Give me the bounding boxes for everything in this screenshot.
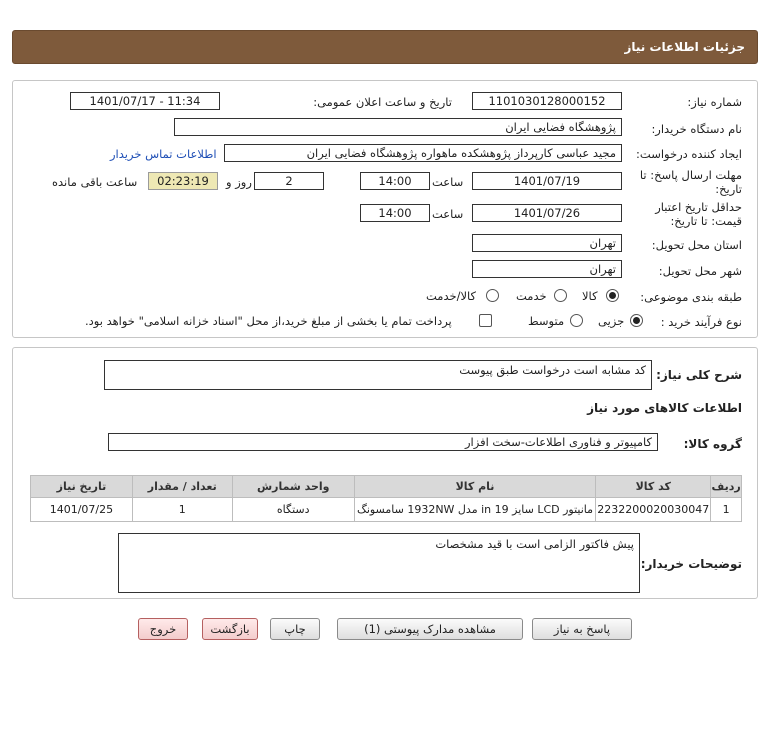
reply-button[interactable]: پاسخ به نیاز xyxy=(532,618,632,640)
reply-date-field: 1401/07/19 xyxy=(472,172,622,190)
cell-unit: دستگاه xyxy=(231,497,355,522)
goods-group-field: کامپیوتر و فناوری اطلاعات-سخت افزار xyxy=(108,433,658,451)
process-radio-medium[interactable] xyxy=(570,314,583,327)
days-field: 2 xyxy=(254,172,324,190)
back-button[interactable]: بازگشت xyxy=(202,618,258,640)
reply-time-field: 14:00 xyxy=(360,172,430,190)
announce-label: تاریخ و ساعت اعلان عمومی: xyxy=(313,95,452,109)
city-label: شهر محل تحویل: xyxy=(658,264,742,278)
buyer-org-field: پژوهشگاه فضایی ایران xyxy=(174,118,622,136)
page-header: جزئیات اطلاعات نیاز xyxy=(12,30,758,64)
summary-label: شرح کلی نیاز: xyxy=(656,368,742,382)
province-field: تهران xyxy=(472,234,622,252)
need-number-field: 1101030128000152 xyxy=(472,92,622,110)
cell-name: مانیتور LCD سایز in 19 مدل 1932NW سامسون… xyxy=(353,497,597,522)
payment-checkbox[interactable] xyxy=(479,314,492,327)
process-option-medium: متوسط xyxy=(528,314,565,328)
creator-field: مجید عباسی کارپرداز پژوهشکده ماهواره پژو… xyxy=(224,144,622,162)
col-qty: تعداد / مقدار xyxy=(131,475,233,498)
category-option-both: کالا/خدمت xyxy=(426,289,477,303)
category-option-goods: کالا xyxy=(582,289,598,303)
col-code: کد کالا xyxy=(595,475,712,498)
cell-code: 2232200020030047 xyxy=(595,497,712,522)
cell-qty: 1 xyxy=(131,497,233,522)
need-number-label: شماره نیاز: xyxy=(687,95,742,109)
page-title: جزئیات اطلاعات نیاز xyxy=(624,40,745,54)
remaining-time-field: 02:23:19 xyxy=(148,172,218,190)
buyer-notes-field: پیش فاکتور الزامی است با قید مشخصات xyxy=(118,533,640,593)
validity-time-label: ساعت xyxy=(432,207,464,221)
announce-field: 1401/07/17 - 11:34 xyxy=(70,92,220,110)
reply-deadline-label: مهلت ارسال پاسخ: تا xyxy=(639,168,742,182)
process-radio-minor[interactable] xyxy=(630,314,643,327)
category-radio-service[interactable] xyxy=(554,289,567,302)
print-button[interactable]: چاپ xyxy=(270,618,320,640)
cell-row: 1 xyxy=(710,497,742,522)
reply-deadline-label-2: تاریخ: xyxy=(715,182,742,196)
goods-table-header: ردیف کد کالا نام کالا واحد شمارش تعداد /… xyxy=(30,475,742,498)
payment-note: پرداخت تمام یا بخشی از مبلغ خرید،از محل … xyxy=(85,314,452,328)
reply-time-label: ساعت xyxy=(432,175,464,189)
process-label: نوع فرآیند خرید : xyxy=(660,315,742,329)
category-radio-both[interactable] xyxy=(486,289,499,302)
col-name: نام کالا xyxy=(353,475,597,498)
category-option-service: خدمت xyxy=(516,289,547,303)
validity-label: حداقل تاریخ اعتبار xyxy=(655,200,742,214)
buyer-contact-link[interactable]: اطلاعات تماس خریدار xyxy=(110,147,217,161)
buyer-notes-label: توضیحات خریدار: xyxy=(640,557,742,571)
creator-label: ایجاد کننده درخواست: xyxy=(636,147,742,161)
category-radio-goods[interactable] xyxy=(606,289,619,302)
buyer-org-label: نام دستگاه خریدار: xyxy=(651,122,742,136)
cell-date: 1401/07/25 xyxy=(30,497,133,522)
summary-field: کد مشابه است درخواست طبق پیوست xyxy=(104,360,652,390)
city-field: تهران xyxy=(472,260,622,278)
col-row: ردیف xyxy=(710,475,742,498)
table-row: 1 2232200020030047 مانیتور LCD سایز in 1… xyxy=(30,497,742,522)
exit-button[interactable]: خروج xyxy=(138,618,188,640)
remaining-label: ساعت باقی مانده xyxy=(52,175,138,189)
province-label: استان محل تحویل: xyxy=(651,238,742,252)
col-date: تاریخ نیاز xyxy=(30,475,133,498)
col-unit: واحد شمارش xyxy=(231,475,355,498)
process-option-minor: جزیی xyxy=(598,314,625,328)
validity-date-field: 1401/07/26 xyxy=(472,204,622,222)
view-docs-button[interactable]: مشاهده مدارک پیوستی (1) xyxy=(337,618,523,640)
goods-group-label: گروه کالا: xyxy=(683,437,742,451)
category-label: طبقه بندی موضوعی: xyxy=(640,290,742,304)
validity-label-2: قیمت: تا تاریخ: xyxy=(670,214,742,228)
goods-info-title: اطلاعات کالاهای مورد نیاز xyxy=(587,401,742,415)
days-label: روز و xyxy=(226,175,252,189)
goods-table: ردیف کد کالا نام کالا واحد شمارش تعداد /… xyxy=(30,475,742,522)
validity-time-field: 14:00 xyxy=(360,204,430,222)
